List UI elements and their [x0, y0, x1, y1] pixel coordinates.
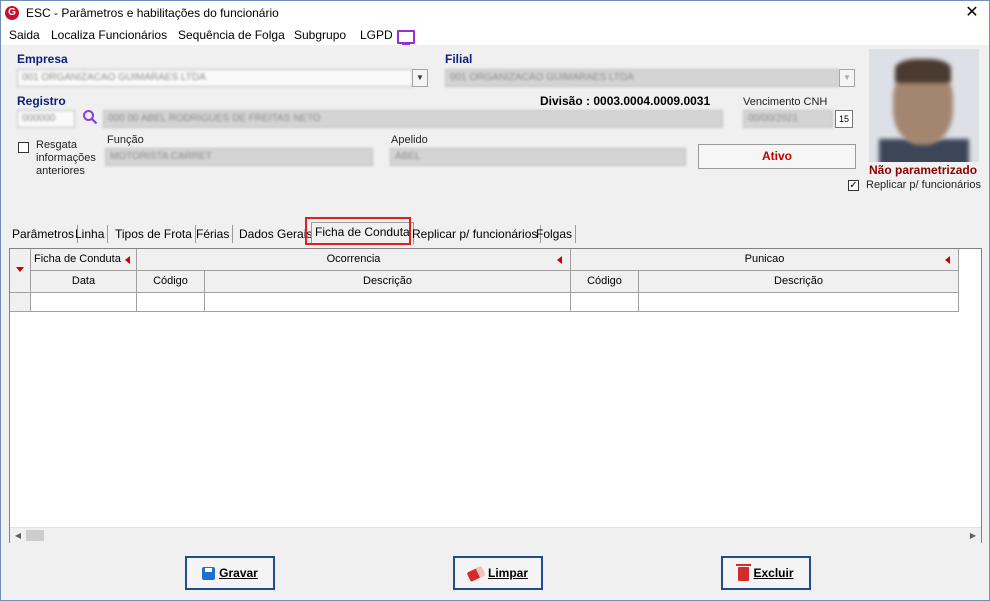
- apelido-field[interactable]: ABEL: [390, 148, 686, 166]
- app-logo-icon: G: [5, 6, 19, 20]
- menu-item-subgrupo[interactable]: Subgrupo: [294, 28, 346, 42]
- menu-item-sequencia-de-folga[interactable]: Sequência de Folga: [178, 28, 285, 42]
- menu-bar: Saida Localiza Funcionários Sequência de…: [1, 25, 989, 45]
- active-tab-highlight: [305, 217, 411, 245]
- empresa-label: Empresa: [17, 52, 68, 66]
- group-header-ficha-label: Ficha de Conduta: [34, 253, 121, 265]
- menu-item-localiza-funcionarios[interactable]: Localiza Funcionários: [51, 28, 167, 42]
- collapse-arrow-icon[interactable]: [125, 256, 130, 264]
- group-header-ficha-de-conduta[interactable]: Ficha de Conduta: [31, 249, 137, 271]
- save-icon: [202, 567, 216, 581]
- resgata-label: Resgata informações anteriores: [36, 139, 96, 177]
- calendar-icon[interactable]: 15: [835, 110, 853, 128]
- replicar-label: Replicar p/ funcionários: [866, 179, 981, 191]
- gravar-label: Gravar: [219, 566, 258, 580]
- vencimento-cnh-input[interactable]: 00/00/2021: [743, 110, 833, 128]
- funcao-label: Função: [107, 134, 144, 146]
- scroll-left-icon[interactable]: ◀: [12, 530, 24, 541]
- resgata-checkbox[interactable]: [18, 142, 29, 153]
- tab-linha[interactable]: Linha: [72, 225, 109, 243]
- table-cell-data[interactable]: [31, 293, 137, 312]
- collapse-arrow-icon[interactable]: [557, 256, 562, 264]
- group-header-ocorrencia[interactable]: Ocorrencia: [137, 249, 571, 271]
- group-header-punicao-label: Punicao: [744, 253, 785, 265]
- monitor-icon[interactable]: [397, 30, 415, 45]
- grid-corner[interactable]: [10, 249, 31, 293]
- excluir-label: Excluir: [753, 566, 794, 580]
- tab-ferias[interactable]: Férias: [193, 225, 234, 243]
- ficha-conduta-grid[interactable]: Ficha de Conduta Ocorrencia Punicao Data…: [9, 248, 982, 543]
- column-header-punicao-descricao[interactable]: Descrição: [639, 271, 959, 293]
- status-ativo-button[interactable]: Ativo: [698, 144, 856, 169]
- limpar-button[interactable]: Limpar: [453, 556, 543, 590]
- gravar-button[interactable]: Gravar: [185, 556, 275, 590]
- filial-label: Filial: [445, 52, 473, 66]
- tab-tipos-de-frota[interactable]: Tipos de Frota: [112, 225, 196, 243]
- registro-label: Registro: [17, 94, 66, 108]
- vencimento-cnh-label: Vencimento CNH: [743, 96, 828, 108]
- employee-photo: [869, 49, 979, 162]
- apelido-label: Apelido: [391, 134, 428, 146]
- title-bar: G ESC - Parâmetros e habilitações do fun…: [1, 1, 989, 25]
- scrollbar-thumb[interactable]: [26, 530, 44, 541]
- column-header-data[interactable]: Data: [31, 271, 137, 293]
- trash-icon: [736, 563, 752, 581]
- nome-funcionario-field: 000 00 ABEL RODRIGUES DE FREITAS NETO: [103, 110, 723, 128]
- table-cell-punicao-descricao[interactable]: [639, 293, 959, 312]
- column-header-ocorrencia-codigo[interactable]: Código: [137, 271, 205, 293]
- group-header-ocorrencia-label: Ocorrencia: [326, 253, 381, 265]
- eraser-icon: [466, 565, 486, 582]
- sort-indicator-icon: [16, 267, 24, 272]
- main-window: G ESC - Parâmetros e habilitações do fun…: [0, 0, 990, 601]
- close-button[interactable]: ✕: [961, 3, 983, 23]
- filial-dropdown-arrow-icon[interactable]: ▼: [839, 69, 855, 87]
- table-cell-punicao-codigo[interactable]: [571, 293, 639, 312]
- window-title: ESC - Parâmetros e habilitações do funci…: [26, 6, 279, 20]
- menu-item-saida[interactable]: Saida: [9, 28, 40, 42]
- row-indicator[interactable]: [10, 293, 31, 312]
- tab-folgas[interactable]: Folgas: [533, 225, 577, 243]
- menu-item-lgpd[interactable]: LGPD: [360, 28, 393, 42]
- tab-replicar-funcionarios[interactable]: Replicar p/ funcionários: [409, 225, 542, 243]
- divisao-text: Divisão : 0003.0004.0009.0031: [540, 94, 711, 108]
- tab-parametros[interactable]: Parâmetros: [9, 225, 79, 243]
- search-icon[interactable]: [82, 109, 98, 125]
- replicar-checkbox[interactable]: ✓: [848, 180, 859, 191]
- empresa-select[interactable]: 001 ORGANIZACAO GUIMARAES LTDA: [17, 69, 413, 87]
- empresa-dropdown-arrow-icon[interactable]: ▼: [412, 69, 428, 87]
- registro-input[interactable]: 000000: [17, 110, 75, 128]
- excluir-button[interactable]: Excluir: [721, 556, 811, 590]
- funcao-field: MOTORISTA CARRET: [105, 148, 373, 166]
- column-header-ocorrencia-descricao[interactable]: Descrição: [205, 271, 571, 293]
- table-cell-ocorrencia-codigo[interactable]: [137, 293, 205, 312]
- photo-status-text: Não parametrizado: [869, 163, 978, 177]
- limpar-label: Limpar: [487, 566, 528, 580]
- table-cell-ocorrencia-descricao[interactable]: [205, 293, 571, 312]
- collapse-arrow-icon[interactable]: [945, 256, 950, 264]
- group-header-punicao[interactable]: Punicao: [571, 249, 959, 271]
- filial-select[interactable]: 001 ORGANIZACAO GUIMARAES LTDA: [445, 69, 839, 87]
- scroll-right-icon[interactable]: ▶: [967, 530, 979, 541]
- column-header-punicao-codigo[interactable]: Código: [571, 271, 639, 293]
- horizontal-scrollbar[interactable]: ◀ ▶: [10, 527, 981, 543]
